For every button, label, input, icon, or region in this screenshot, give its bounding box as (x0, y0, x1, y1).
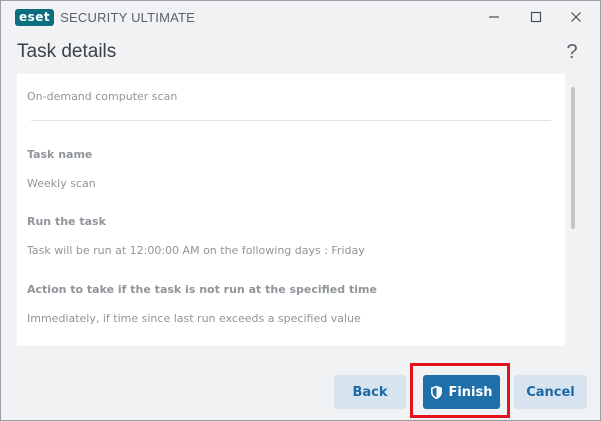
run-task-label: Run the task (27, 215, 106, 228)
section-divider (31, 120, 551, 121)
panel-scrollbar[interactable] (571, 87, 575, 229)
close-button[interactable] (557, 3, 595, 31)
missed-action-label: Action to take if the task is not run at… (27, 283, 377, 296)
eset-logo-badge: eset (15, 9, 55, 26)
minimize-icon (489, 16, 499, 18)
task-name-value: Weekly scan (27, 177, 96, 190)
run-task-value: Task will be run at 12:00:00 AM on the f… (27, 244, 365, 257)
task-details-window: eset SECURITY ULTIMATE Task details ? On… (0, 0, 601, 421)
eset-logo: eset SECURITY ULTIMATE (15, 9, 195, 26)
page-title: Task details (17, 41, 117, 62)
task-details-panel: On-demand computer scan Task name Weekly… (17, 74, 565, 346)
minimize-button[interactable] (475, 3, 513, 31)
cancel-button[interactable]: Cancel (514, 375, 587, 409)
app-title: SECURITY ULTIMATE (60, 10, 196, 25)
maximize-button[interactable] (517, 3, 555, 31)
task-type-heading: On-demand computer scan (27, 90, 178, 103)
title-bar[interactable]: eset SECURITY ULTIMATE (1, 1, 600, 33)
help-button[interactable]: ? (561, 41, 583, 65)
maximize-icon (530, 11, 542, 23)
missed-action-value: Immediately, if time since last run exce… (27, 312, 361, 325)
finish-highlight-box (410, 363, 510, 418)
close-icon (571, 12, 581, 22)
task-name-label: Task name (27, 148, 93, 161)
back-button[interactable]: Back (334, 375, 406, 409)
